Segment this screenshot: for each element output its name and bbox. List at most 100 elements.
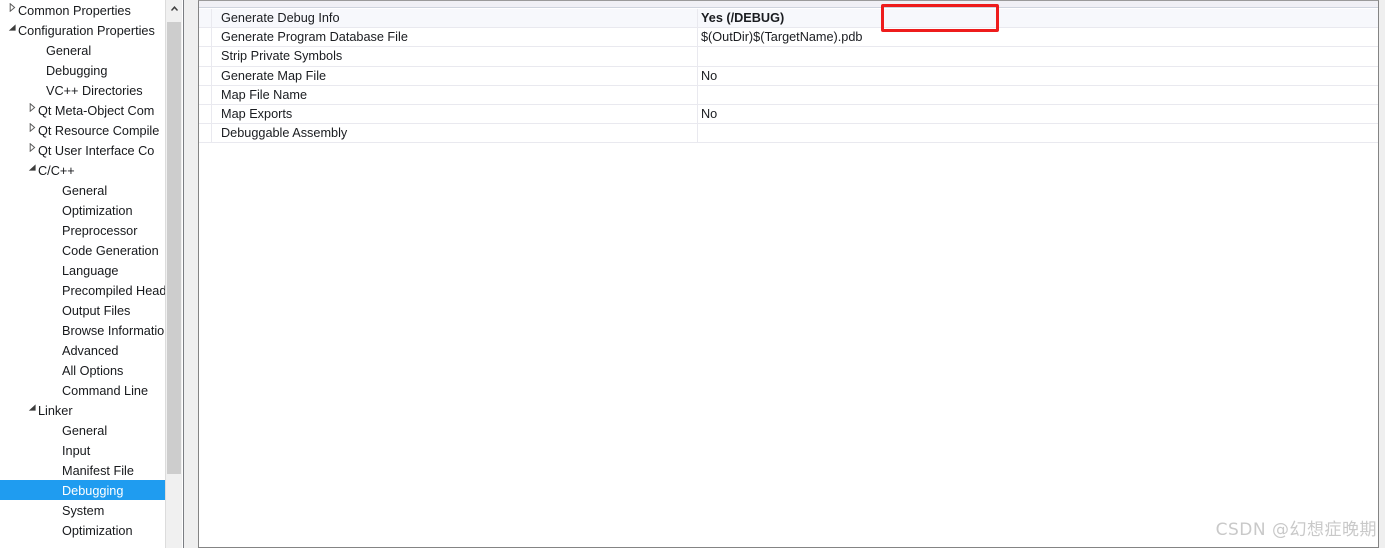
- row-left-separator: [211, 104, 212, 125]
- column-separator[interactable]: [697, 9, 698, 29]
- tree-item-label: Output Files: [62, 303, 131, 318]
- row-left-separator: [211, 47, 212, 67]
- tree-item-preprocessor[interactable]: Preprocessor: [0, 220, 166, 240]
- tree-item-general[interactable]: General: [0, 180, 166, 200]
- tree-item-input[interactable]: Input: [0, 440, 166, 460]
- tree-item-label: Advanced: [62, 343, 119, 358]
- property-name: Debuggable Assembly: [221, 126, 348, 141]
- expander-collapsed-icon[interactable]: [26, 120, 38, 140]
- tree-item-label: Optimization: [62, 523, 133, 538]
- configuration-tree-pane: Common Properties Configuration Propertie…: [0, 0, 184, 548]
- tree-item-qt-meta-object-com[interactable]: Qt Meta-Object Com: [0, 100, 166, 120]
- tree-item-label: Qt User Interface Co: [38, 143, 155, 158]
- tree-item-linker[interactable]: Linker: [0, 400, 166, 420]
- row-left-separator: [211, 124, 212, 144]
- row-left-separator: [211, 66, 212, 86]
- expander-collapsed-icon[interactable]: [26, 100, 38, 120]
- tree-item-label: Browse Informatio: [62, 323, 165, 338]
- tree-item-debugging[interactable]: Debugging: [0, 60, 166, 80]
- tree-item-qt-user-interface-co[interactable]: Qt User Interface Co: [0, 140, 166, 160]
- tree-item-label: Command Line: [62, 383, 149, 398]
- property-value[interactable]: Yes (/DEBUG): [701, 9, 784, 28]
- property-value[interactable]: No: [701, 67, 717, 86]
- property-row[interactable]: Generate Program Database File $(OutDir)$…: [199, 28, 1378, 48]
- tree-item-label: C/C++: [38, 163, 75, 178]
- property-row[interactable]: Debuggable Assembly: [199, 124, 1378, 144]
- column-separator[interactable]: [697, 47, 698, 67]
- expander-collapsed-icon[interactable]: [6, 0, 18, 20]
- tree-item-c-c[interactable]: C/C++: [0, 160, 166, 180]
- scroll-up-arrow-icon[interactable]: [166, 0, 182, 17]
- column-separator[interactable]: [697, 104, 698, 125]
- tree-item-label: Qt Resource Compile: [38, 123, 160, 138]
- tree-item-all-options[interactable]: All Options: [0, 360, 166, 380]
- tree-item-label: Precompiled Head: [62, 283, 166, 298]
- property-row[interactable]: Map File Name: [199, 85, 1378, 105]
- tree-item-label: Input: [62, 443, 91, 458]
- tree-item-command-line[interactable]: Command Line: [0, 380, 166, 400]
- tree-item-label: Preprocessor: [62, 223, 138, 238]
- property-name: Generate Map File: [221, 68, 327, 83]
- property-row[interactable]: Strip Private Symbols: [199, 47, 1378, 67]
- tree-item-advanced[interactable]: Advanced: [0, 340, 166, 360]
- expander-expanded-icon[interactable]: [6, 20, 18, 40]
- row-left-separator: [211, 28, 212, 48]
- tree-item-precompiled-head[interactable]: Precompiled Head: [0, 280, 166, 300]
- property-name: Map Exports: [221, 106, 293, 121]
- tree-vertical-scrollbar[interactable]: [165, 0, 182, 548]
- tree-item-label: Common Properties: [18, 3, 131, 18]
- property-row[interactable]: Map Exports No: [199, 104, 1378, 125]
- tree-item-general[interactable]: General: [0, 420, 166, 440]
- tree-item-label: System: [62, 503, 105, 518]
- tree-item-language[interactable]: Language: [0, 260, 166, 280]
- tree-item-label: Optimization: [62, 203, 133, 218]
- property-name: Strip Private Symbols: [221, 49, 343, 64]
- tree-item-browse-informatio[interactable]: Browse Informatio: [0, 320, 166, 340]
- tree-item-label: Debugging: [46, 63, 108, 78]
- tree-item-label: General: [62, 183, 108, 198]
- property-row[interactable]: Generate Map File No: [199, 66, 1378, 86]
- expander-expanded-icon[interactable]: [26, 400, 38, 420]
- column-separator[interactable]: [697, 85, 698, 105]
- tree-item-label: General: [46, 43, 92, 58]
- tree-item-optimization[interactable]: Optimization: [0, 200, 166, 220]
- row-left-separator: [211, 9, 212, 29]
- csdn-watermark: CSDN @幻想症晚期: [1215, 520, 1377, 540]
- tree-item-output-files[interactable]: Output Files: [0, 300, 166, 320]
- tree-item-label: Debugging: [62, 483, 124, 498]
- tree-item-label: Language: [62, 263, 119, 278]
- tree-item-system[interactable]: System: [0, 500, 166, 520]
- property-name: Map File Name: [221, 87, 308, 102]
- tree-item-optimization[interactable]: Optimization: [0, 520, 166, 540]
- tree-item-configuration-properties[interactable]: Configuration Properties: [0, 20, 166, 40]
- tree-item-label: Manifest File: [62, 463, 134, 478]
- row-left-separator: [211, 85, 212, 105]
- tree-item-label: Code Generation: [62, 243, 159, 258]
- column-separator[interactable]: [697, 124, 698, 144]
- tree-item-debugging[interactable]: Debugging: [0, 480, 166, 500]
- property-value[interactable]: $(OutDir)$(TargetName).pdb: [701, 28, 862, 47]
- property-row[interactable]: Generate Debug Info Yes (/DEBUG): [199, 9, 1378, 29]
- property-grid-pane: Generate Debug Info Yes (/DEBUG) Generate …: [198, 0, 1379, 548]
- column-separator[interactable]: [697, 28, 698, 48]
- tree-item-general[interactable]: General: [0, 40, 166, 60]
- property-grid-rows[interactable]: Generate Debug Info Yes (/DEBUG) Generate …: [199, 9, 1378, 144]
- tree-item-label: All Options: [62, 363, 124, 378]
- tree-item-code-generation[interactable]: Code Generation: [0, 240, 166, 260]
- property-grid-header: [199, 1, 1378, 8]
- tree-item-common-properties[interactable]: Common Properties: [0, 0, 166, 20]
- property-name: Generate Debug Info: [221, 11, 340, 25]
- tree-scrollbar-thumb[interactable]: [167, 22, 181, 474]
- column-separator[interactable]: [697, 66, 698, 86]
- tree-item-label: Configuration Properties: [18, 23, 155, 38]
- property-value[interactable]: No: [701, 105, 717, 124]
- tree-item-qt-resource-compile[interactable]: Qt Resource Compile: [0, 120, 166, 140]
- expander-collapsed-icon[interactable]: [26, 140, 38, 160]
- configuration-tree-list[interactable]: Common Properties Configuration Propertie…: [0, 0, 166, 548]
- tree-item-manifest-file[interactable]: Manifest File: [0, 460, 166, 480]
- tree-item-label: Qt Meta-Object Com: [38, 103, 155, 118]
- tree-item-label: Linker: [38, 403, 73, 418]
- tree-item-vc-directories[interactable]: VC++ Directories: [0, 80, 166, 100]
- expander-expanded-icon[interactable]: [26, 160, 38, 180]
- property-pages-dialog: Common Properties Configuration Propertie…: [0, 0, 1385, 548]
